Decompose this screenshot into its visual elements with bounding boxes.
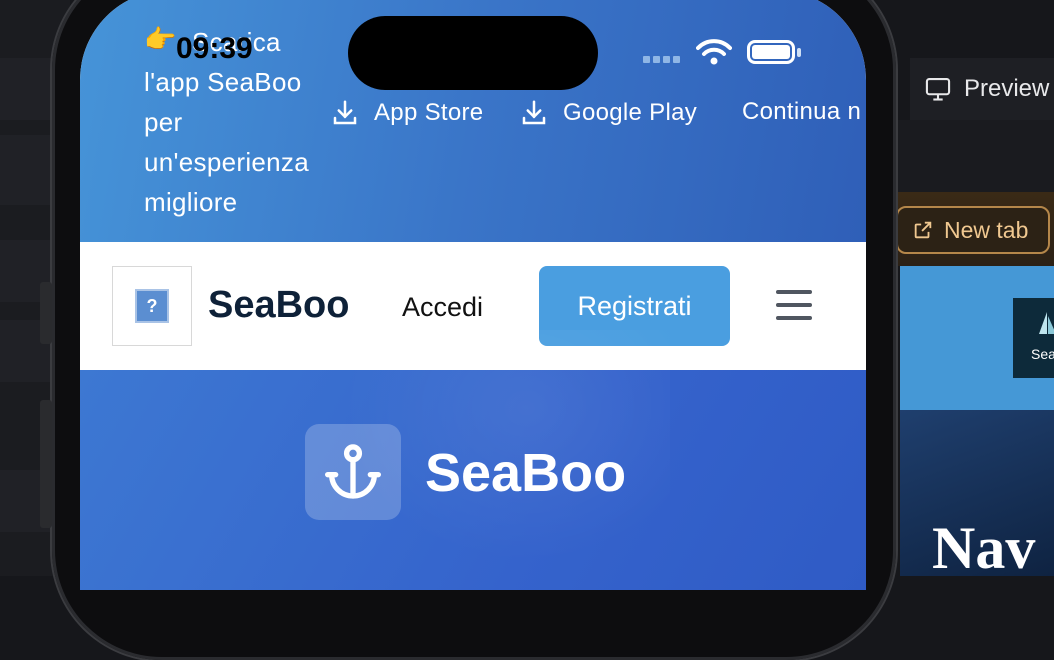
background-band <box>895 120 1054 192</box>
google-play-label: Google Play <box>563 99 698 126</box>
logo-image-placeholder[interactable]: ? <box>112 266 192 346</box>
preview-logo-text: Sea <box>1031 346 1054 362</box>
app-store-label: App Store <box>374 99 484 126</box>
status-time: 09:39 <box>176 32 253 65</box>
app-store-link[interactable]: App Store <box>330 98 483 128</box>
battery-icon <box>747 40 795 64</box>
download-icon <box>522 100 546 125</box>
preview-button[interactable]: Preview <box>910 58 1054 120</box>
banner-message-rest: l'app SeaBoo per un'esperienza migliore <box>144 67 309 217</box>
hero-section: SeaBoo <box>80 330 866 590</box>
monitor-icon <box>925 78 951 101</box>
phone-side-button <box>40 400 52 528</box>
sailboat-icon <box>1039 312 1054 334</box>
pointing-hand-icon: 👉 <box>144 24 177 54</box>
continue-web-link[interactable]: Continua n <box>742 98 861 126</box>
hero-brand-name: SeaBoo <box>425 443 627 503</box>
broken-image-icon: ? <box>135 289 169 323</box>
download-icon <box>333 100 357 125</box>
preview-label: Preview <box>964 75 1050 102</box>
new-tab-label: New tab <box>944 216 1029 243</box>
new-tab-button[interactable]: New tab <box>896 206 1050 254</box>
site-preview-pane: Sea Nav <box>900 266 1054 576</box>
login-link[interactable]: Accedi <box>402 292 483 323</box>
app-download-banner: Scarica l'app SeaBoo per un'esperienza m… <box>80 0 866 242</box>
battery-cap <box>797 48 801 57</box>
continue-label: Continua n <box>742 98 862 125</box>
wifi-icon <box>696 39 732 65</box>
external-link-icon <box>914 221 932 239</box>
phone-side-button <box>40 282 52 344</box>
phone-screen: Scarica l'app SeaBoo per un'esperienza m… <box>80 0 866 590</box>
anchor-icon <box>305 424 401 520</box>
hamburger-menu-icon[interactable] <box>776 290 812 320</box>
preview-logo: Sea <box>1013 298 1054 378</box>
dynamic-island <box>348 16 598 90</box>
signal-icon <box>643 56 680 63</box>
preview-hero-heading: Nav <box>932 515 1036 576</box>
brand-name[interactable]: SeaBoo <box>208 284 349 327</box>
google-play-link[interactable]: Google Play <box>519 98 697 128</box>
